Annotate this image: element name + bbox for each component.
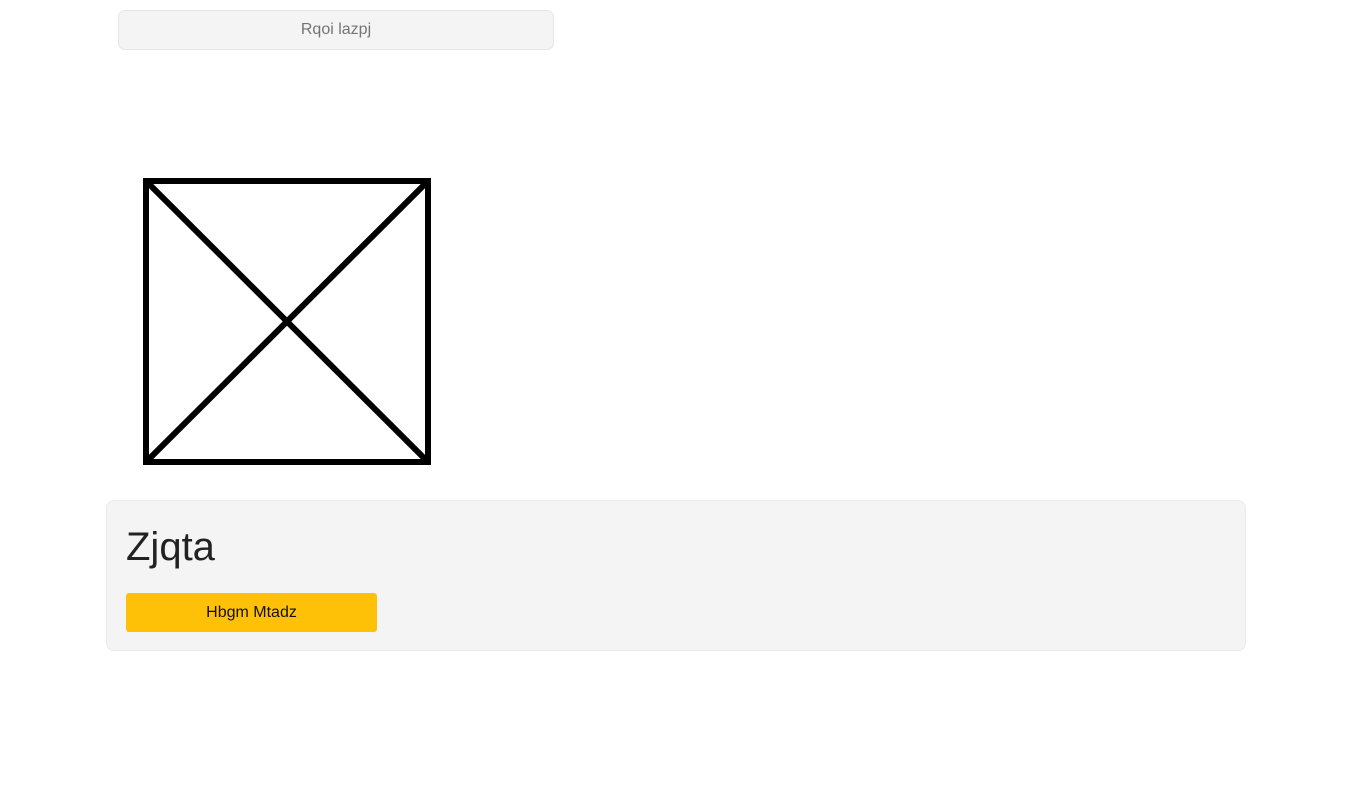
image-placeholder-icon	[143, 178, 431, 465]
card-title: Zjqta	[126, 525, 215, 569]
top-text-field[interactable]	[118, 10, 554, 50]
page: Zjqta Hbgm Mtadz	[0, 0, 1353, 812]
card-action-button[interactable]: Hbgm Mtadz	[126, 593, 377, 632]
content-card: Zjqta Hbgm Mtadz	[106, 500, 1246, 651]
